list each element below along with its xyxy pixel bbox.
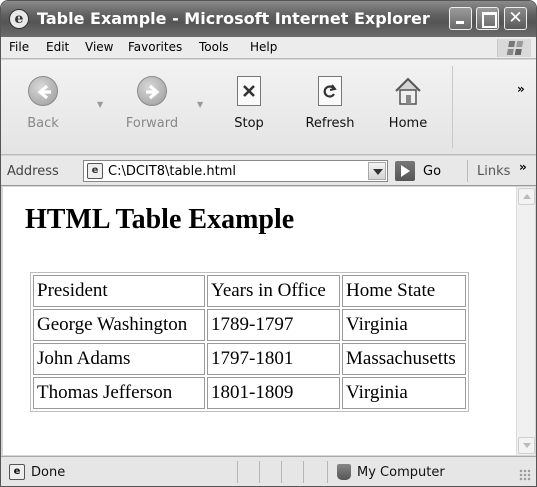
page-icon: e <box>87 163 103 179</box>
table-cell: George Washington <box>33 309 205 341</box>
maximize-button[interactable] <box>476 7 499 30</box>
forward-arrow-icon <box>137 76 167 106</box>
toolbar-separator <box>452 66 453 148</box>
address-bar: Address e C:\DCIT8\table.html Go Links » <box>1 156 536 186</box>
presidents-table: President Years in Office Home State Geo… <box>30 272 469 412</box>
menu-bar: File Edit View Favorites Tools Help <box>1 37 536 59</box>
table-cell: 1789-1797 <box>207 309 340 341</box>
toolbar: Back ▼ Forward ▼ Stop Refresh Home » <box>1 60 536 155</box>
table-row: President Years in Office Home State <box>33 275 466 307</box>
close-icon: ✕ <box>508 8 523 28</box>
table-row: Thomas Jefferson 1801-1809 Virginia <box>33 377 466 409</box>
page-status-icon: e <box>9 464 25 480</box>
windows-logo <box>497 39 531 57</box>
stop-label: Stop <box>234 116 264 131</box>
refresh-icon <box>318 76 342 106</box>
go-label: Go <box>423 164 442 179</box>
toolbar-overflow-chevron-icon[interactable]: » <box>517 82 525 96</box>
vertical-scrollbar[interactable] <box>516 187 535 455</box>
table-cell: 1797-1801 <box>207 343 340 375</box>
minimize-button[interactable] <box>449 7 472 30</box>
computer-zone-icon <box>337 464 351 480</box>
menu-tools[interactable]: Tools <box>199 40 229 54</box>
address-label: Address <box>7 164 59 179</box>
window-title: Table Example - Microsoft Internet Explo… <box>37 9 430 28</box>
address-separator <box>467 160 468 182</box>
go-arrow-icon <box>395 161 415 181</box>
back-dropdown-icon[interactable]: ▼ <box>97 100 103 109</box>
status-bar: e Done My Computer <box>1 456 536 486</box>
address-dropdown-button[interactable] <box>368 162 386 180</box>
refresh-label: Refresh <box>305 116 355 131</box>
forward-label: Forward <box>125 116 179 131</box>
menu-help[interactable]: Help <box>250 40 277 54</box>
ie-icon: e <box>9 9 29 29</box>
back-label: Back <box>27 116 59 131</box>
status-text: Done <box>31 465 66 480</box>
title-bar[interactable]: e Table Example - Microsoft Internet Exp… <box>1 1 536 37</box>
table-cell: President <box>33 275 205 307</box>
menu-favorites[interactable]: Favorites <box>128 40 182 54</box>
home-icon <box>392 76 424 106</box>
stop-icon <box>237 76 261 106</box>
security-zone: My Computer <box>357 465 445 480</box>
menu-view[interactable]: View <box>85 40 113 54</box>
table-cell: Years in Office <box>207 275 340 307</box>
address-input[interactable]: e C:\DCIT8\table.html <box>83 160 388 182</box>
status-divider <box>237 461 238 483</box>
links-overflow-chevron-icon[interactable]: » <box>519 160 527 174</box>
links-button[interactable]: Links <box>477 164 510 179</box>
menu-file[interactable]: File <box>9 40 29 54</box>
forward-button[interactable]: Forward <box>119 76 185 131</box>
page-heading: HTML Table Example <box>25 204 295 235</box>
table-cell: Home State <box>342 275 466 307</box>
table-cell: Massachusetts <box>342 343 466 375</box>
page-content: HTML Table Example President Years in Of… <box>3 187 516 455</box>
status-divider <box>327 461 328 483</box>
table-cell: Virginia <box>342 377 466 409</box>
close-button[interactable]: ✕ <box>504 7 527 30</box>
go-button[interactable]: Go <box>395 160 457 182</box>
home-label: Home <box>388 116 428 131</box>
stop-button[interactable]: Stop <box>227 76 271 131</box>
home-button[interactable]: Home <box>386 76 430 131</box>
table-cell: John Adams <box>33 343 205 375</box>
address-value: C:\DCIT8\table.html <box>108 164 237 179</box>
menu-edit[interactable]: Edit <box>46 40 69 54</box>
back-arrow-icon <box>28 76 58 106</box>
scroll-down-button[interactable] <box>518 437 535 454</box>
windows-flag-icon <box>506 41 524 55</box>
table-cell: Thomas Jefferson <box>33 377 205 409</box>
status-divider <box>303 461 304 483</box>
resize-grip-icon[interactable] <box>519 469 531 481</box>
status-divider <box>281 461 282 483</box>
refresh-button[interactable]: Refresh <box>299 76 361 131</box>
table-cell: 1801-1809 <box>207 377 340 409</box>
back-button[interactable]: Back <box>21 76 65 131</box>
table-row: John Adams 1797-1801 Massachusetts <box>33 343 466 375</box>
forward-dropdown-icon[interactable]: ▼ <box>197 100 203 109</box>
table-cell: Virginia <box>342 309 466 341</box>
table-row: George Washington 1789-1797 Virginia <box>33 309 466 341</box>
browser-window: e Table Example - Microsoft Internet Exp… <box>0 0 537 487</box>
status-divider <box>259 461 260 483</box>
scroll-up-button[interactable] <box>518 188 535 205</box>
